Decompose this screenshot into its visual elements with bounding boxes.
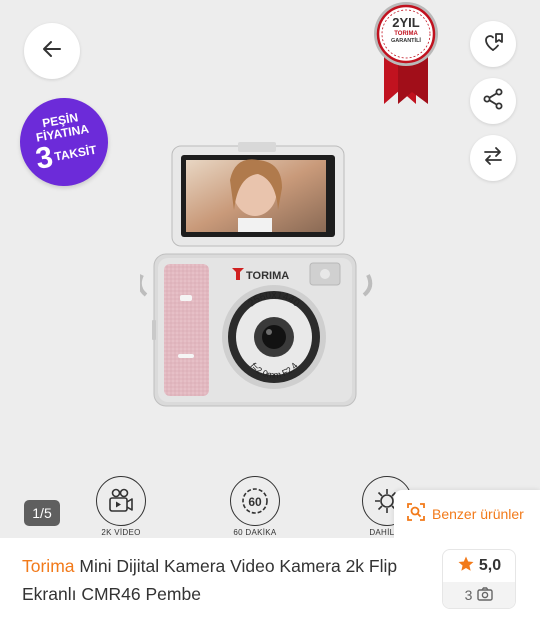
- product-image-gallery[interactable]: PEŞİN FİYATINA 3 TAKSİT 2YIL TORIMA GARA…: [0, 0, 540, 538]
- image-counter: 1/5: [24, 500, 60, 526]
- share-icon: [481, 87, 505, 116]
- product-title: Torima Mini Dijital Kamera Video Kamera …: [22, 552, 427, 608]
- back-button[interactable]: [24, 23, 80, 79]
- similar-products-button[interactable]: Benzer ürünler: [394, 490, 540, 538]
- timer-60-icon: 60: [230, 476, 280, 526]
- video-camera-icon: [96, 476, 146, 526]
- warranty-brand: TORIMA: [394, 31, 418, 37]
- rating-summary[interactable]: 5,0 3: [442, 549, 516, 609]
- rating-value: 5,0: [478, 557, 502, 574]
- photo-count: 3: [464, 587, 473, 603]
- visual-search-icon: [406, 502, 426, 527]
- heart-add-icon: [481, 30, 505, 59]
- product-name: Mini Dijital Kamera Video Kamera 2k Flip…: [22, 556, 398, 604]
- compare-arrows-icon: [481, 144, 505, 173]
- back-arrow-icon: [40, 37, 64, 66]
- star-icon: [457, 555, 475, 578]
- installment-promo-badge: PEŞİN FİYATINA 3 TAKSİT: [13, 91, 115, 193]
- share-button[interactable]: [470, 78, 516, 124]
- feature-label: 2K VİDEO: [101, 528, 141, 537]
- feature-label: 60 DAKİKA: [233, 528, 277, 537]
- svg-text:60: 60: [248, 495, 262, 509]
- compare-button[interactable]: [470, 135, 516, 181]
- warranty-badge: 2YIL TORIMA GARANTİLİ: [370, 0, 442, 108]
- camera-icon: [477, 586, 494, 604]
- feature-2k-video: 2K VİDEO: [91, 476, 151, 538]
- product-info: Torima Mini Dijital Kamera Video Kamera …: [0, 538, 540, 632]
- similar-products-label: Benzer ürünler: [432, 506, 524, 522]
- favorite-button[interactable]: [470, 21, 516, 67]
- feature-60-minutes: 60 60 DAKİKA: [225, 476, 285, 538]
- promo-line3: TAKSİT: [53, 142, 98, 164]
- warranty-label: GARANTİLİ: [391, 38, 421, 44]
- svg-text:TORIMA: TORIMA: [246, 270, 289, 282]
- promo-number: 3: [33, 140, 56, 176]
- product-image-camera: TORIMA 2560x1440 f=2.0mm F2.4: [137, 140, 380, 420]
- brand-link[interactable]: Torima: [22, 556, 75, 576]
- warranty-years: 2YIL: [392, 15, 420, 30]
